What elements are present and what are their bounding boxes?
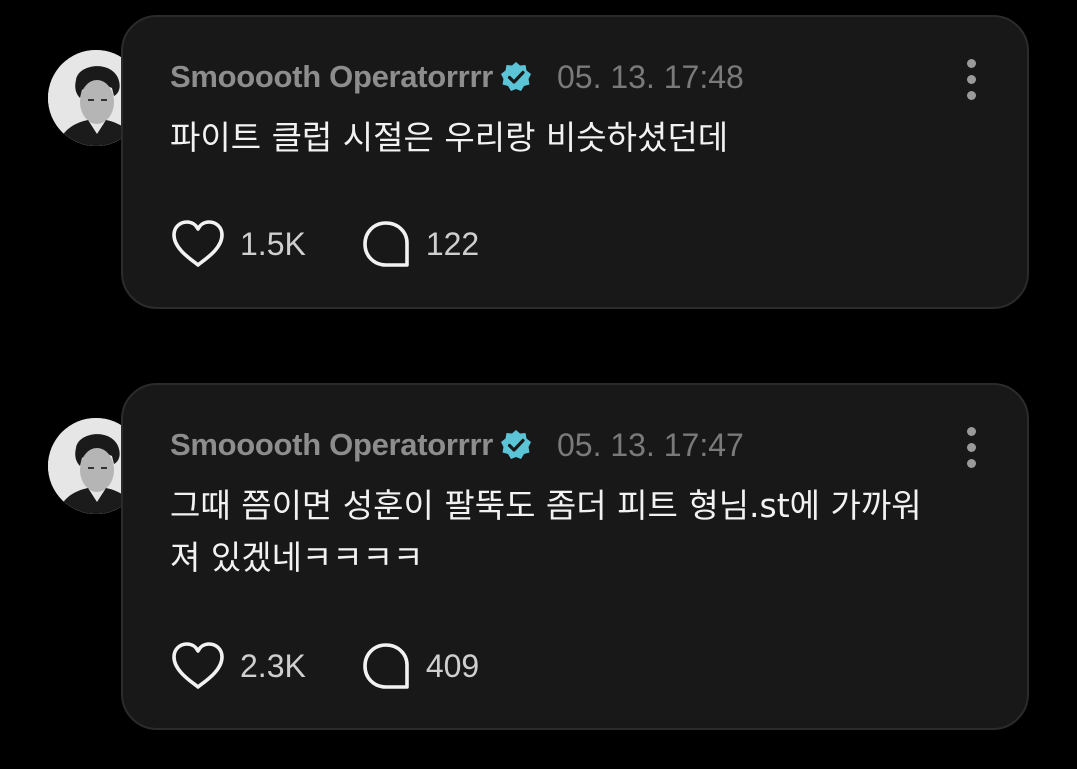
comment-card: Smooooth Operatorrrr 05. 13. 17:48 파이트 클… [121,15,1029,309]
comment-count: 122 [425,225,480,262]
speech-bubble-icon [363,221,409,267]
heart-icon [172,220,224,267]
username[interactable]: Smooooth Operatorrrr [170,59,493,95]
like-count: 2.3K [240,647,306,684]
speech-bubble-icon [363,643,409,689]
like-button[interactable]: 2.3K [170,641,306,691]
comment-post: Smooooth Operatorrrr 05. 13. 17:48 파이트 클… [0,0,1077,309]
comment-count: 409 [425,647,480,684]
comment-header: Smooooth Operatorrrr 05. 13. 17:47 [170,423,744,467]
like-button[interactable]: 1.5K [170,219,306,269]
username[interactable]: Smooooth Operatorrrr [170,427,493,463]
timestamp: 05. 13. 17:47 [556,426,744,463]
comment-actions: 1.5K 122 [170,216,479,272]
comment-header: Smooooth Operatorrrr 05. 13. 17:48 [170,55,744,99]
verified-badge-icon [500,62,531,91]
comment-actions: 2.3K 409 [170,638,479,694]
comment-button[interactable]: 409 [362,641,479,691]
heart-icon [172,642,224,689]
comment-card: Smooooth Operatorrrr 05. 13. 17:47 그때 쯤이… [121,383,1029,730]
comment-button[interactable]: 122 [362,219,479,269]
comment-post: Smooooth Operatorrrr 05. 13. 17:47 그때 쯤이… [0,368,1077,730]
like-count: 1.5K [240,225,306,262]
verified-badge-icon [500,430,531,459]
more-vertical-icon[interactable] [961,423,981,468]
comment-text: 그때 쯤이면 성훈이 팔뚝도 좀더 피트 형님.st에 가까워져 있겠네ㅋㅋㅋㅋ [170,486,922,577]
more-vertical-icon[interactable] [961,55,981,100]
timestamp: 05. 13. 17:48 [556,58,744,95]
comment-text: 파이트 클럽 시절은 우리랑 비슷하셨던데 [170,118,729,157]
